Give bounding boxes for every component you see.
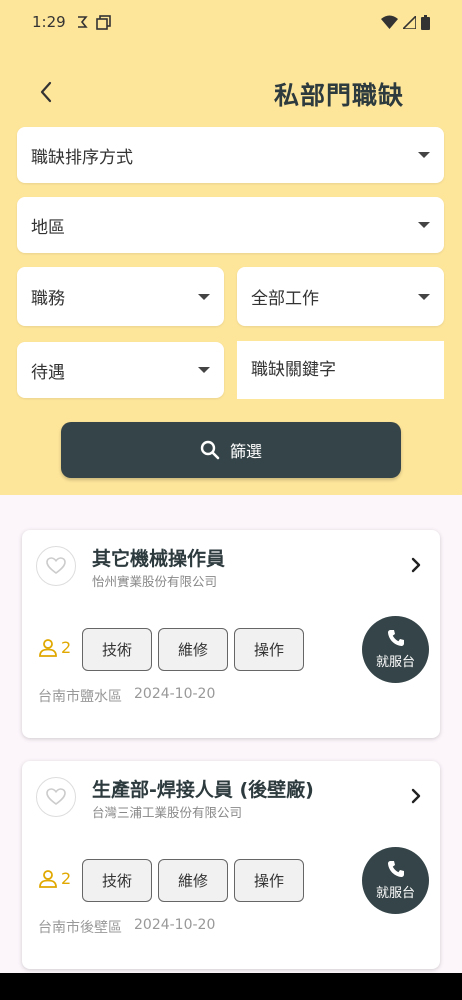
caret-down-icon [418,152,430,158]
job-title: 生產部-焊接人員 (後壁廠) [92,779,314,801]
post-date: 2024-10-20 [134,686,216,702]
notification-icon [77,16,88,28]
location-line: 台南市後壁區 2024-10-20 [38,917,215,937]
job-card[interactable]: 其它機械操作員 怡州實業股份有限公司 2 技術 維修 操作 台南市鹽水區 202… [22,530,440,738]
filter-button[interactable]: 篩選 [61,422,401,478]
caret-down-icon [418,293,430,300]
details-button[interactable] [406,785,426,807]
location: 台南市鹽水區 [38,689,122,705]
system-nav-bar [0,973,462,1000]
benefits-dropdown[interactable]: 待遇 [17,342,224,398]
phone-icon [387,630,404,646]
app-header: 私部門職缺 [0,60,462,124]
favorite-button[interactable] [36,777,76,817]
person-icon [39,869,57,888]
tag: 技術 [82,859,152,902]
chevron-right-icon [411,788,421,804]
openings-value: 2 [61,638,72,657]
tag: 操作 [234,859,304,902]
call-button-label: 就服台 [375,655,415,670]
status-bar: 1:29 [0,0,462,44]
chevron-right-icon [411,557,421,573]
person-icon [39,638,57,657]
heart-icon [46,557,66,574]
job-title: 其它機械操作員 [92,548,226,570]
copy-icon [95,14,111,30]
tag-list: 技術 維修 操作 [82,628,304,671]
caret-down-icon [418,222,430,228]
position-dropdown[interactable]: 職務 [17,267,224,326]
sort-dropdown-label: 職缺排序方式 [31,147,133,168]
region-dropdown-label: 地區 [31,217,65,238]
call-button[interactable]: 就服台 [362,847,429,914]
region-dropdown[interactable]: 地區 [17,197,444,253]
wifi-icon [381,15,398,29]
filter-button-label: 篩選 [229,442,262,461]
tag-list: 技術 維修 操作 [82,859,304,902]
tag: 維修 [158,859,228,902]
favorite-button[interactable] [36,546,76,586]
keyword-input-wrapper [237,341,444,399]
heart-icon [46,788,66,805]
back-button[interactable] [30,76,62,108]
position-dropdown-label: 職務 [31,289,65,309]
keyword-input[interactable] [251,360,430,380]
job-card[interactable]: 生產部-焊接人員 (後壁廠) 台灣三浦工業股份有限公司 2 技術 維修 操作 台… [22,761,440,969]
call-button-label: 就服台 [375,886,415,901]
tag: 維修 [158,628,228,671]
company-name: 怡州實業股份有限公司 [92,574,218,589]
openings-count: 2 [38,869,71,888]
post-date: 2024-10-20 [134,917,216,933]
tag: 操作 [234,628,304,671]
phone-icon [387,861,404,877]
location: 台南市後壁區 [38,920,122,936]
location-line: 台南市鹽水區 2024-10-20 [38,686,215,706]
openings-value: 2 [61,869,72,888]
job-type-dropdown-label: 全部工作 [251,289,319,309]
tag: 技術 [82,628,152,671]
caret-down-icon [198,293,210,300]
search-icon [200,440,220,460]
battery-icon [421,14,430,30]
openings-count: 2 [38,638,71,657]
call-button[interactable]: 就服台 [362,616,429,683]
benefits-dropdown-label: 待遇 [31,362,65,383]
caret-down-icon [198,367,210,373]
details-button[interactable] [406,554,426,576]
page-title: 私部門職缺 [273,81,404,110]
job-type-dropdown[interactable]: 全部工作 [237,267,444,326]
sort-dropdown[interactable]: 職缺排序方式 [17,127,444,183]
status-time: 1:29 [32,13,66,31]
chevron-left-icon [40,81,52,103]
company-name: 台灣三浦工業股份有限公司 [92,805,243,820]
signal-icon [403,15,416,29]
